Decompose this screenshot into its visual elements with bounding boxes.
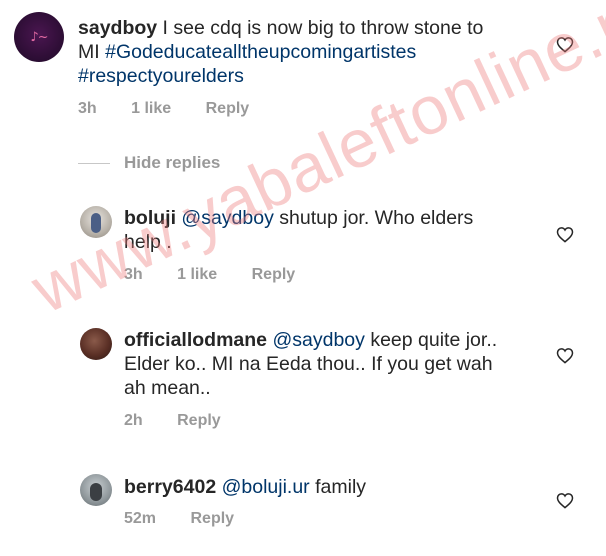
reply-username[interactable]: boluji bbox=[124, 207, 176, 229]
mention-link[interactable]: @saydboy bbox=[181, 207, 273, 229]
reply-meta: 2h Reply bbox=[124, 412, 251, 430]
hide-replies-button[interactable]: Hide replies bbox=[124, 153, 220, 173]
reply-username[interactable]: officiallodmane bbox=[124, 329, 267, 351]
divider-line bbox=[78, 163, 110, 164]
reply-body-2: help . bbox=[124, 231, 172, 253]
comment-body-2: MI bbox=[78, 41, 100, 63]
reply-text: officiallodmane @saydboy keep quite jor.… bbox=[124, 328, 544, 400]
main-comment-text: saydboy I see cdq is now big to throw st… bbox=[78, 16, 548, 88]
reply-button[interactable]: Reply bbox=[206, 100, 250, 117]
reply-body: shutup jor. Who elders bbox=[279, 207, 474, 229]
officiallodmane-avatar[interactable] bbox=[80, 328, 112, 360]
reply-body: family bbox=[315, 476, 367, 498]
reply-text: berry6402 @boluji.ur family bbox=[124, 475, 544, 499]
heart-outline-icon[interactable] bbox=[556, 226, 574, 243]
reply-button[interactable]: Reply bbox=[177, 412, 221, 429]
reply-time: 3h bbox=[124, 266, 143, 283]
heart-outline-icon[interactable] bbox=[556, 36, 574, 53]
reply-button[interactable]: Reply bbox=[252, 266, 296, 283]
reply-meta: 52m Reply bbox=[124, 510, 264, 528]
reply-likes[interactable]: 1 like bbox=[177, 266, 217, 283]
comment-time: 3h bbox=[78, 100, 97, 117]
comment-meta: 3h 1 like Reply bbox=[78, 100, 279, 118]
berry6402-avatar[interactable] bbox=[80, 474, 112, 506]
heart-outline-icon[interactable] bbox=[556, 347, 574, 364]
saydboy-avatar[interactable]: ♪~ bbox=[14, 12, 64, 62]
comment-body: I see cdq is now big to throw stone to bbox=[162, 17, 484, 39]
heart-outline-icon[interactable] bbox=[556, 492, 574, 509]
reply-text: boluji @saydboy shutup jor. Who elders h… bbox=[124, 206, 544, 254]
comment-username[interactable]: saydboy bbox=[78, 17, 157, 39]
avatar-logo-icon: ♪~ bbox=[30, 29, 48, 45]
reply-username[interactable]: berry6402 bbox=[124, 476, 216, 498]
reply-body-2: Elder ko.. MI na Eeda thou.. If you get … bbox=[124, 353, 493, 375]
hashtag-link[interactable]: #Godeducatealltheupcomingartistes bbox=[105, 41, 416, 63]
reply-time: 52m bbox=[124, 510, 157, 527]
mention-link[interactable]: @saydboy bbox=[272, 329, 364, 351]
boluji-avatar[interactable] bbox=[80, 206, 112, 238]
reply-body: keep quite jor.. bbox=[370, 329, 498, 351]
reply-body-3: ah mean.. bbox=[124, 377, 211, 399]
mention-link[interactable]: @boluji.ur bbox=[222, 476, 310, 498]
reply-button[interactable]: Reply bbox=[190, 510, 234, 527]
reply-time: 2h bbox=[124, 412, 143, 429]
hashtag-link[interactable]: #respectyourelders bbox=[78, 65, 244, 87]
reply-meta: 3h 1 like Reply bbox=[124, 266, 325, 284]
comment-likes[interactable]: 1 like bbox=[131, 100, 171, 117]
